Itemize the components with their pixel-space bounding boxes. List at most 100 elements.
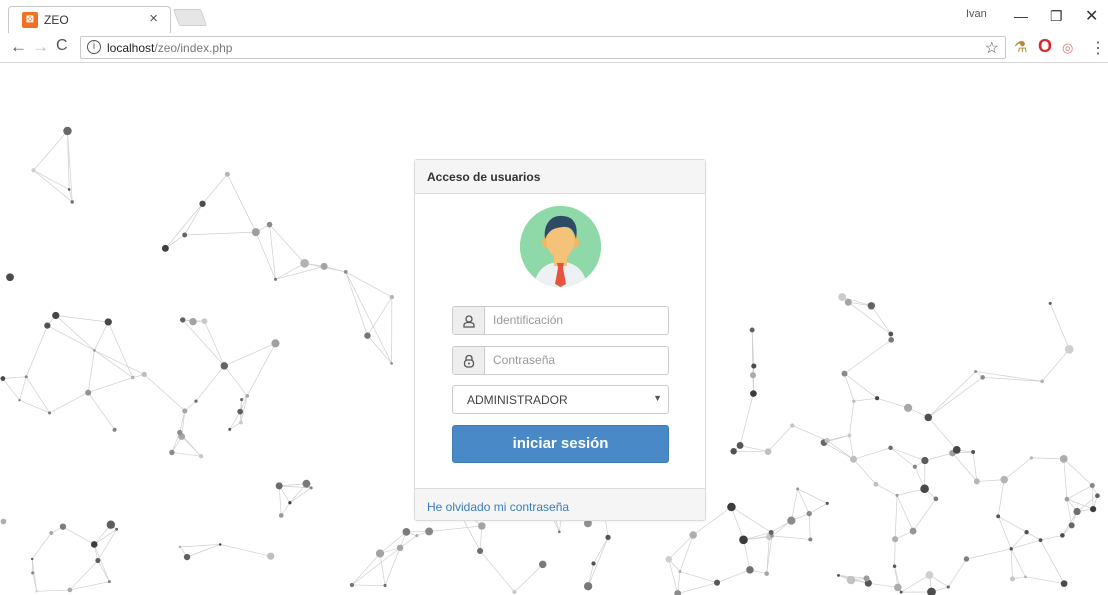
password-input[interactable]: [493, 353, 661, 367]
network-node: [161, 244, 169, 252]
bookmark-star-icon[interactable]: ☆: [985, 38, 999, 58]
user-avatar-icon: [520, 206, 601, 287]
network-line: [246, 343, 276, 397]
network-line: [69, 560, 99, 591]
forgot-password-link[interactable]: He olvidado mi contraseña: [427, 500, 569, 514]
identification-field[interactable]: [452, 306, 669, 335]
network-node: [1029, 456, 1034, 460]
network-node: [130, 375, 135, 380]
network-node: [824, 437, 830, 444]
network-line: [19, 399, 50, 414]
network-line: [791, 488, 798, 521]
network-line: [731, 506, 744, 540]
network-line: [25, 376, 50, 414]
info-icon[interactable]: i: [87, 40, 101, 54]
network-node: [838, 293, 847, 301]
network-node: [739, 535, 748, 545]
panel-footer: He olvidado mi contraseña: [415, 488, 705, 520]
network-line: [345, 271, 368, 336]
network-node: [1048, 301, 1052, 305]
network-line: [668, 534, 694, 560]
network-line: [952, 452, 978, 482]
network-line: [1091, 485, 1094, 510]
network-node: [971, 449, 976, 454]
network-line: [928, 371, 976, 418]
network-node: [1009, 576, 1016, 582]
network-line: [1063, 458, 1068, 500]
network-line: [33, 169, 70, 190]
address-bar[interactable]: i localhost/zeo/index.php ☆: [80, 36, 1006, 59]
network-node: [182, 408, 188, 414]
extension-icon[interactable]: ⚗: [1014, 38, 1027, 56]
network-line: [2, 376, 27, 379]
network-line: [55, 315, 109, 323]
network-line: [31, 532, 52, 560]
network-line: [143, 374, 186, 412]
network-node: [59, 523, 67, 530]
network-node: [415, 534, 419, 538]
network-line: [853, 397, 878, 402]
restore-icon[interactable]: ❐: [1050, 8, 1063, 25]
network-node: [364, 332, 371, 339]
network-node: [1064, 496, 1070, 502]
window-close-icon[interactable]: ✕: [1085, 6, 1098, 26]
network-line: [826, 440, 854, 460]
network-node: [974, 369, 978, 373]
network-node: [383, 583, 387, 588]
network-node: [115, 527, 119, 531]
menu-icon[interactable]: ⋮: [1090, 38, 1106, 58]
network-node: [973, 478, 980, 485]
network-node: [921, 456, 929, 465]
back-icon[interactable]: ←: [10, 37, 27, 57]
login-button[interactable]: iniciar sesión: [452, 425, 669, 463]
network-line: [844, 373, 855, 402]
identification-input[interactable]: [493, 313, 661, 327]
network-node: [95, 557, 101, 564]
opera-icon[interactable]: O: [1038, 36, 1052, 57]
network-line: [275, 263, 305, 280]
network-node: [899, 590, 903, 594]
network-line: [998, 515, 1027, 533]
network-node: [674, 590, 682, 595]
network-line: [367, 296, 393, 336]
network-node: [177, 429, 183, 436]
profile-label[interactable]: Ivan: [966, 8, 987, 20]
tab-close-icon[interactable]: ×: [149, 10, 158, 27]
network-line: [255, 231, 276, 280]
network-line: [809, 503, 828, 514]
network-node: [863, 575, 870, 582]
network-line: [278, 485, 282, 516]
network-line: [479, 525, 483, 551]
panel-heading: Acceso de usuarios: [415, 160, 705, 194]
network-node: [302, 479, 311, 488]
network-node: [764, 448, 772, 455]
network-line: [19, 376, 27, 401]
reload-icon[interactable]: C: [56, 37, 68, 55]
role-select[interactable]: ADMINISTRADOR ▼: [452, 385, 669, 414]
network-line: [25, 325, 48, 377]
network-line: [947, 558, 967, 588]
network-line: [479, 550, 515, 593]
browser-tab[interactable]: ⊠ ZEO ×: [8, 6, 171, 33]
network-line: [184, 231, 256, 236]
network-node: [1040, 379, 1044, 384]
network-line: [36, 589, 70, 592]
network-node: [70, 200, 74, 204]
network-node: [220, 362, 228, 370]
password-field[interactable]: [452, 346, 669, 375]
adblock-icon[interactable]: ◎: [1062, 40, 1073, 56]
network-line: [1026, 531, 1041, 541]
forward-icon[interactable]: →: [32, 37, 49, 57]
network-node: [396, 544, 404, 552]
network-line: [827, 435, 850, 441]
network-node: [952, 446, 961, 454]
network-line: [204, 321, 225, 366]
network-line: [69, 581, 110, 591]
minimize-icon[interactable]: —: [1014, 8, 1028, 24]
network-node: [238, 420, 243, 425]
network-node: [1024, 530, 1029, 535]
network-line: [975, 371, 1043, 382]
network-node: [912, 464, 917, 469]
network-node: [825, 501, 829, 505]
new-tab-button[interactable]: [172, 9, 208, 26]
